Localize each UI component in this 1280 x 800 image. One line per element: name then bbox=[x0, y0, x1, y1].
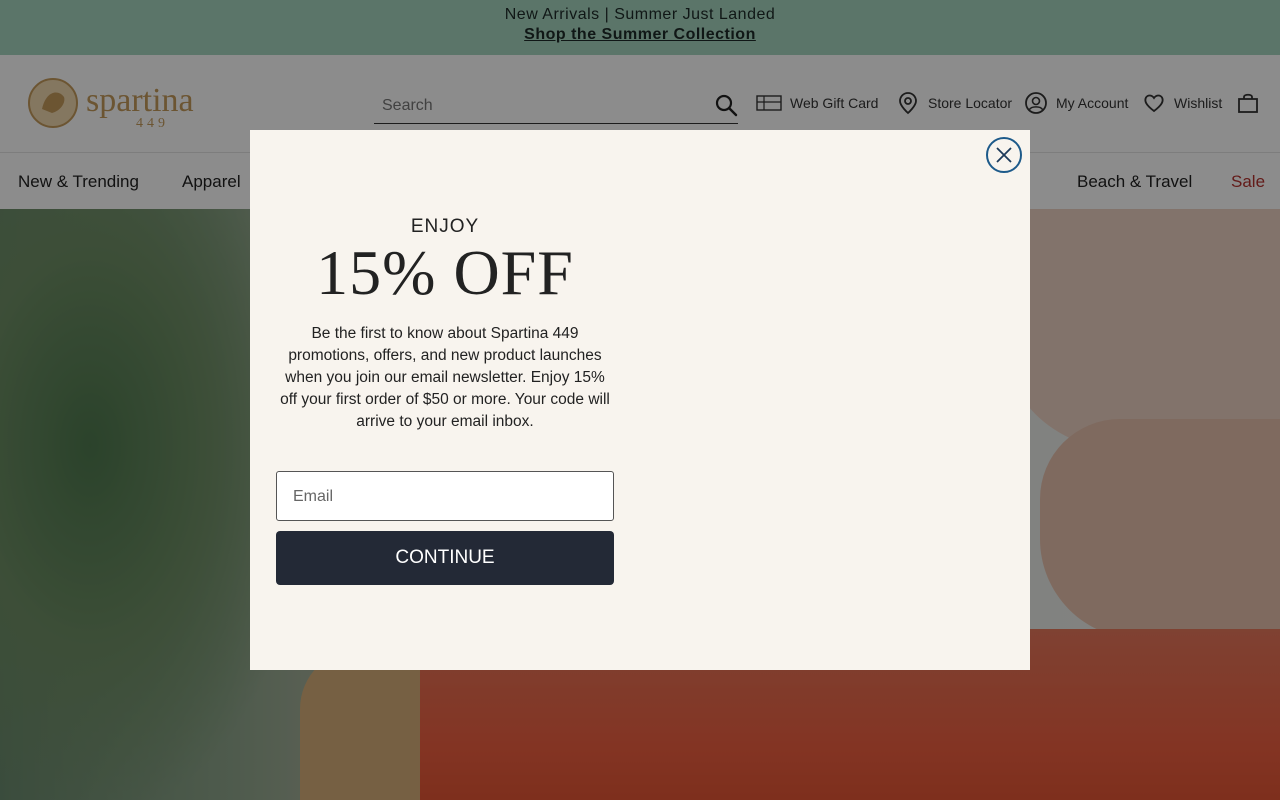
close-modal-button[interactable] bbox=[986, 137, 1022, 173]
continue-button[interactable]: CONTINUE bbox=[276, 531, 614, 585]
modal-description: Be the first to know about Spartina 449 … bbox=[280, 325, 610, 430]
modal-enjoy-label: ENJOY bbox=[410, 216, 480, 237]
modal-offer-heading: 15% OFF bbox=[316, 237, 574, 308]
email-field[interactable] bbox=[293, 484, 593, 510]
newsletter-modal: ENJOY 15% OFF Be the first to know about… bbox=[250, 130, 1030, 670]
email-field-wrapper bbox=[276, 471, 614, 521]
close-icon bbox=[996, 147, 1012, 163]
